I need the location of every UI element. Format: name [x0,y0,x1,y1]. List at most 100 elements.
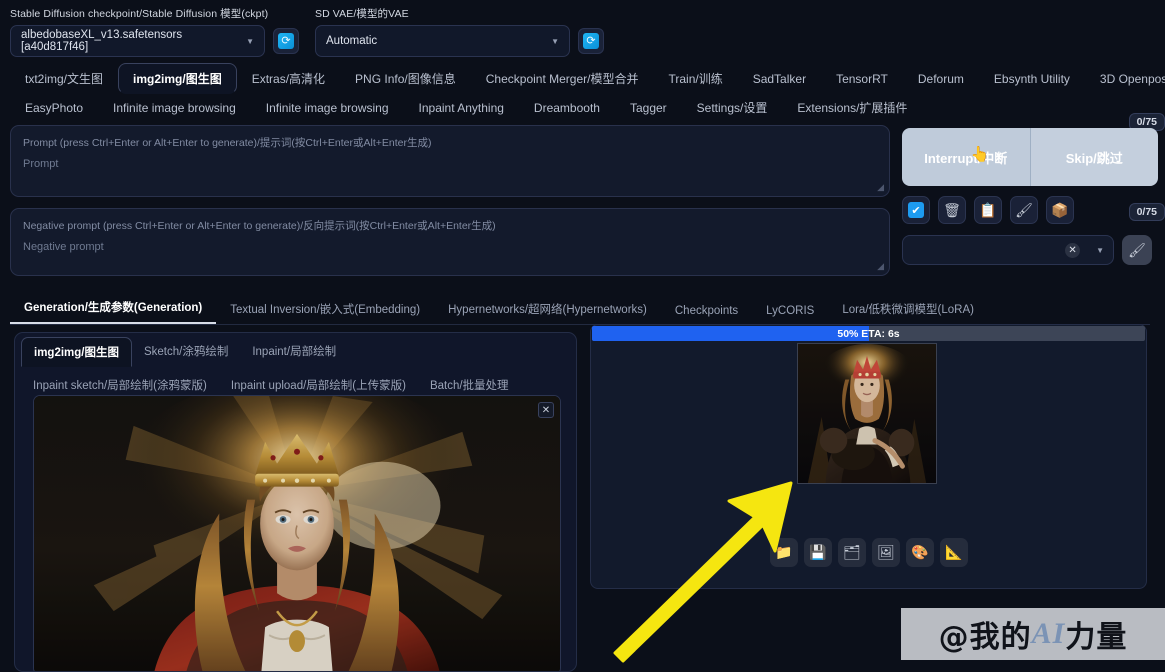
interrupt-button-label: Interrupt/中断 [924,150,1008,166]
interrupt-button[interactable]: Interrupt/中断 👆 [902,128,1031,186]
action-panel: Interrupt/中断 👆 Skip/跳过 ✔ 🗑 📋 🖌 📦 ✕ ▼ 🖌 [902,128,1158,265]
main-tab-4[interactable]: Dreambooth [519,96,615,120]
vae-row: Automatic ▼ ⟳ [315,25,604,57]
main-tab-6[interactable]: SadTalker [738,65,821,93]
main-tab-2[interactable]: Infinite image browsing [251,96,404,120]
main-tab-7[interactable]: TensorRT [821,65,903,93]
save-zip-icon: 🗂 [843,544,861,560]
generation-tab-row: Generation/生成参数(Generation) Textual Inver… [10,292,1150,325]
chevron-down-icon: ▼ [551,36,559,46]
generation-tab-4[interactable]: LyCORIS [752,298,828,324]
folder-icon-button[interactable]: 📁 [770,538,798,567]
watermark-ai: AI [1031,617,1066,650]
main-tab-4[interactable]: Checkpoint Merger/模型合并 [471,63,654,94]
img2img-tab-1[interactable]: Sketch/涂鸦绘制 [132,337,240,367]
checkpoint-refresh-button[interactable]: ⟳ [273,28,299,54]
negative-prompt-input[interactable]: Negative prompt (press Ctrl+Enter or Alt… [10,208,890,276]
prompt-input[interactable]: Prompt (press Ctrl+Enter or Alt+Enter to… [10,125,890,197]
main-tab-9[interactable]: Ebsynth Utility [979,65,1085,93]
main-tab-0[interactable]: txt2img/文生图 [10,63,118,94]
watermark-prefix: @我的 [938,620,1032,655]
close-icon[interactable]: ✕ [538,402,554,418]
main-tab-10[interactable]: 3D Openpose [1085,65,1165,93]
send-to-inpaint-icon: 🎨 [911,544,929,560]
trash-icon: 🗑 [943,201,961,218]
package-icon-button[interactable]: 📦 [1046,196,1074,224]
output-toolbar: 📁 💾 🗂 🖼 🎨 📐 [770,538,968,567]
clipboard-icon-button[interactable]: 📋 [974,196,1002,224]
queen-portrait-source-artwork [34,396,560,671]
img2img-tab-2[interactable]: Inpaint/局部绘制 [240,337,348,367]
main-tab-1[interactable]: img2img/图生图 [118,63,237,94]
main-tab-3[interactable]: Inpaint Anything [404,96,519,120]
checkpoint-field-group: Stable Diffusion checkpoint/Stable Diffu… [10,6,299,57]
generated-queen-artwork [798,344,936,483]
negative-prompt-resize-grip[interactable]: ◢ [877,261,884,272]
main-tab-1[interactable]: Infinite image browsing [98,96,251,120]
negative-prompt-placeholder-main: Negative prompt (press Ctrl+Enter or Alt… [23,220,496,232]
generation-tab-3[interactable]: Checkpoints [661,298,752,324]
main-tab-0[interactable]: EasyPhoto [10,96,98,120]
main-tab-6[interactable]: Settings/设置 [682,94,783,121]
apply-style-button[interactable]: 🖌 [1122,235,1152,265]
send-to-img2img-icon-button[interactable]: 🖼 [872,538,900,567]
main-tab-5[interactable]: Train/训练 [653,63,737,94]
vae-select[interactable]: Automatic ▼ [315,25,570,57]
folder-icon: 📁 [775,544,793,560]
channel-watermark: @我的 AI 力量 [901,608,1165,660]
package-icon: 📦 [1051,201,1069,218]
checkpoint-row: albedobaseXL_v13.safetensors [a40d817f46… [10,25,299,57]
main-tab-2[interactable]: Extras/高清化 [237,63,340,94]
send-to-img2img-icon: 🖼 [877,544,895,560]
send-to-extras-icon-button[interactable]: 📐 [940,538,968,567]
trash-icon-button[interactable]: 🗑 [938,196,966,224]
stable-diffusion-webui: Stable Diffusion checkpoint/Stable Diffu… [0,0,1165,672]
clear-icon[interactable]: ✕ [1065,242,1081,258]
progress-bar-label: 50% ETA: 6s [837,327,900,340]
refresh-icon: ⟳ [278,33,294,49]
generation-tab-5[interactable]: Lora/低秩微调模型(LoRA) [828,294,988,324]
checkpoint-select[interactable]: albedobaseXL_v13.safetensors [a40d817f46… [10,25,265,57]
clipboard-icon: 📋 [979,201,997,218]
source-image-canvas[interactable]: ✕ [33,395,561,671]
img2img-panel: img2img/图生图 Sketch/涂鸦绘制 Inpaint/局部绘制 Inpai… [14,332,577,672]
main-tab-row-1: txt2img/文生图 img2img/图生图 Extras/高清化 PNG Info… [10,63,1165,94]
main-tab-3[interactable]: PNG Info/图像信息 [340,63,471,94]
vae-field-group: SD VAE/模型的VAE Automatic ▼ ⟳ [315,6,604,57]
main-tab-7[interactable]: Extensions/扩展插件 [782,94,922,121]
checkpoint-value: albedobaseXL_v13.safetensors [a40d817f46… [21,29,183,53]
model-selection-bar: Stable Diffusion checkpoint/Stable Diffu… [0,0,1165,57]
skip-button-label: Skip/跳过 [1065,150,1123,166]
vae-refresh-button[interactable]: ⟳ [578,28,604,54]
interrupt-skip-row: Interrupt/中断 👆 Skip/跳过 [902,128,1158,186]
generated-image-preview[interactable] [797,343,937,484]
brush-icon-button[interactable]: 🖌 [1010,196,1038,224]
main-tab-5[interactable]: Tagger [615,96,682,120]
vae-label: SD VAE/模型的VAE [315,8,409,20]
prompt-resize-grip[interactable]: ◢ [877,182,884,193]
main-tab-bar: txt2img/文生图 img2img/图生图 Extras/高清化 PNG Info… [0,57,1165,121]
generation-tab-1[interactable]: Textual Inversion/嵌入式(Embedding) [216,294,434,324]
styles-dropdown[interactable]: ✕ ▼ [902,235,1114,265]
paintbrush-icon: 🖌 [1128,241,1146,258]
cursor-pointer-icon: 👆 [970,146,990,163]
img2img-tab-0[interactable]: img2img/图生图 [21,337,132,367]
prompt-placeholder-short: Prompt [23,157,59,170]
checkbox-icon-button[interactable]: ✔ [902,196,930,224]
main-tab-row-2: EasyPhoto Infinite image browsing Infinite… [10,94,1155,121]
vae-value: Automatic [326,35,378,47]
send-to-extras-icon: 📐 [945,544,963,560]
generation-tab-bar: Generation/生成参数(Generation) Textual Inver… [10,292,1150,325]
skip-button[interactable]: Skip/跳过 [1030,128,1158,186]
generation-tab-0[interactable]: Generation/生成参数(Generation) [10,292,217,324]
save-icon: 💾 [809,544,827,560]
save-icon-button[interactable]: 💾 [804,538,832,567]
img2img-tab-row-1: img2img/图生图 Sketch/涂鸦绘制 Inpaint/局部绘制 [15,333,576,367]
send-to-inpaint-icon-button[interactable]: 🎨 [906,538,934,567]
generation-tab-2[interactable]: Hypernetworks/超网络(Hypernetworks) [434,294,661,324]
negative-prompt-placeholder-short: Negative prompt [23,240,104,253]
main-tab-8[interactable]: Deforum [903,65,979,93]
refresh-icon: ⟳ [583,33,599,49]
save-zip-icon-button[interactable]: 🗂 [838,538,866,567]
watermark-suffix: 力量 [1065,620,1128,655]
